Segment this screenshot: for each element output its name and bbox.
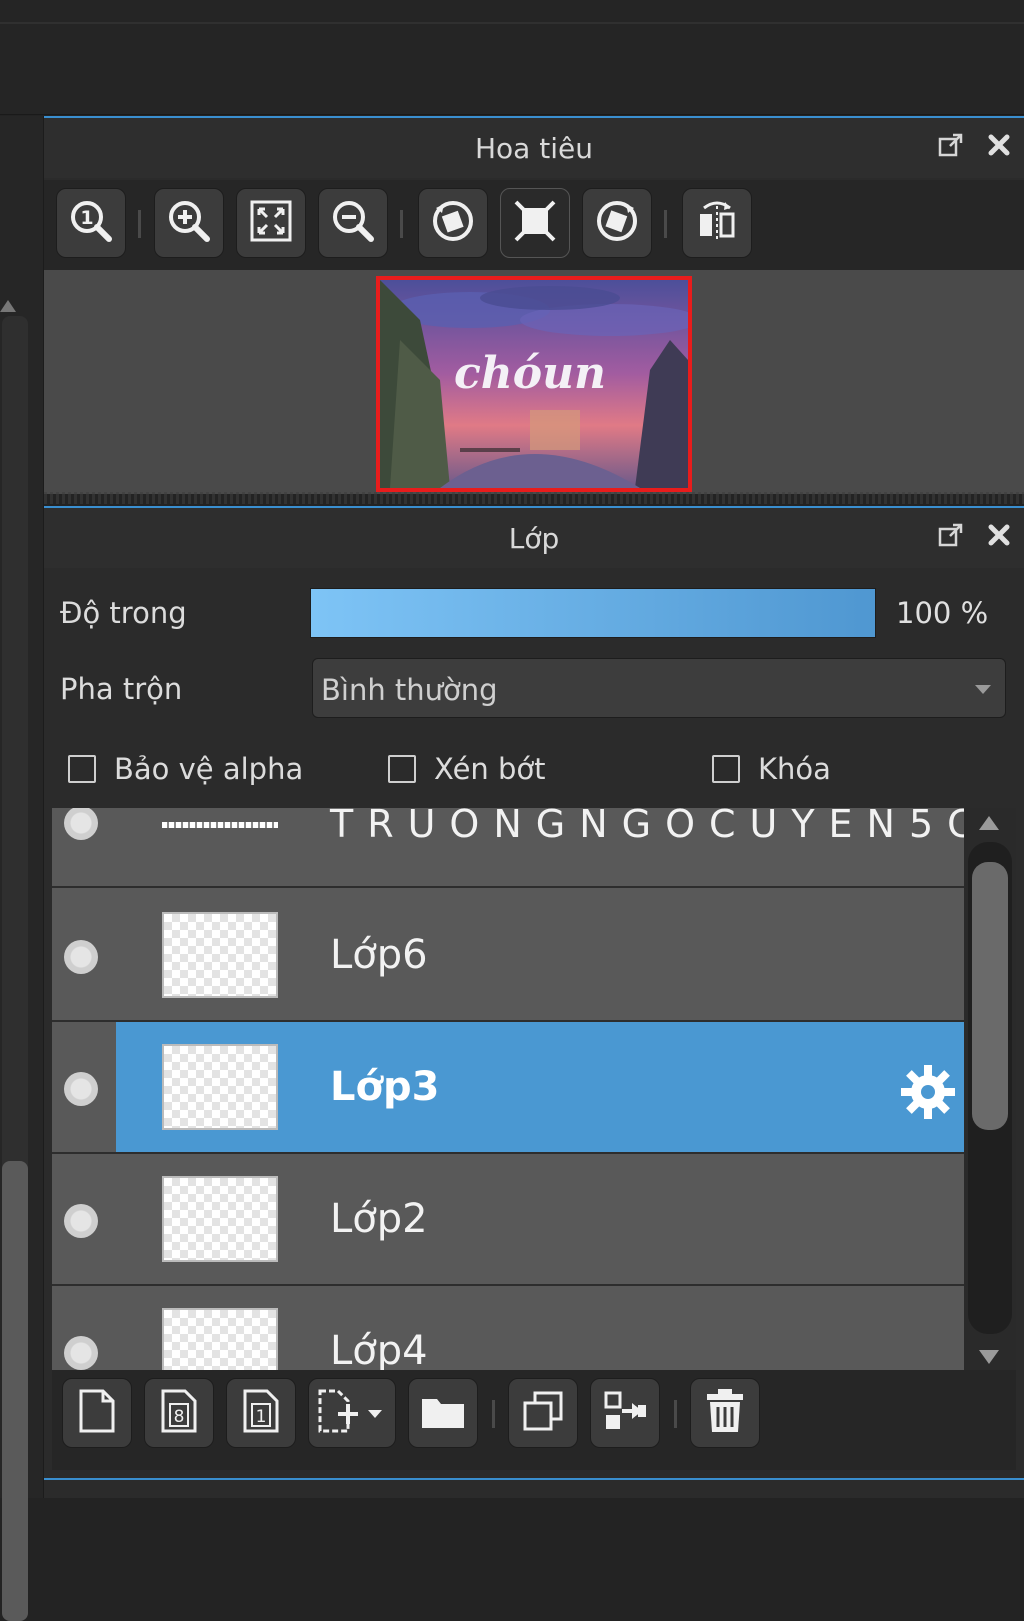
zoom-actual-button[interactable]: 1 bbox=[56, 188, 126, 258]
top-menu-area bbox=[0, 0, 1024, 115]
opacity-slider[interactable] bbox=[310, 588, 876, 638]
layer-row[interactable]: Lớp4 bbox=[52, 1286, 964, 1370]
folder-icon bbox=[419, 1391, 467, 1435]
layer-list: TRUONGNGOCUYEN5C Lớp6 Lớp3 Lớp2 Lớp4 bbox=[52, 808, 964, 1370]
add-layer-menu-button[interactable] bbox=[308, 1378, 396, 1448]
svg-text:1: 1 bbox=[256, 1407, 267, 1427]
visibility-icon[interactable] bbox=[64, 1072, 98, 1106]
svg-text:1: 1 bbox=[80, 207, 93, 229]
protect-alpha-label: Bảo vệ alpha bbox=[114, 752, 304, 786]
layer-name: Lớp6 bbox=[330, 932, 428, 978]
layer-row[interactable]: Lớp2 bbox=[52, 1154, 964, 1286]
thumbnail-text: chóun bbox=[454, 348, 606, 399]
close-icon[interactable] bbox=[984, 520, 1014, 550]
checkbox-box bbox=[712, 755, 740, 783]
visibility-icon[interactable] bbox=[64, 1204, 98, 1238]
layer-thumbnail bbox=[162, 1176, 278, 1262]
close-icon[interactable] bbox=[984, 130, 1014, 160]
zoom-in-button[interactable] bbox=[154, 188, 224, 258]
left-scroll-thumb[interactable] bbox=[2, 1161, 28, 1621]
blend-mode-value: Bình thường bbox=[321, 673, 498, 707]
lock-checkbox[interactable]: Khóa bbox=[712, 752, 831, 786]
scroll-up-icon[interactable] bbox=[0, 300, 16, 312]
layer-list-scrollbar[interactable] bbox=[964, 808, 1016, 1370]
navigator-title: Hoa tiêu bbox=[475, 131, 593, 165]
layer-row[interactable]: Lớp6 bbox=[52, 890, 964, 1022]
blend-label: Pha trộn bbox=[60, 672, 183, 706]
rotate-right-icon bbox=[594, 198, 640, 248]
new-folder-button[interactable] bbox=[408, 1378, 478, 1448]
fit-window-icon bbox=[249, 199, 293, 247]
new-1bit-layer-icon: 1 bbox=[241, 1388, 281, 1438]
opacity-label: Độ trong bbox=[60, 596, 187, 630]
trash-icon bbox=[703, 1388, 747, 1438]
visibility-icon[interactable] bbox=[64, 940, 98, 974]
lock-label: Khóa bbox=[758, 752, 831, 786]
navigator-panel: Hoa tiêu 1 chóun bbox=[44, 116, 1024, 504]
panel-resize-handle[interactable] bbox=[44, 492, 1024, 504]
layer-name: Lớp3 bbox=[330, 1064, 440, 1110]
merge-down-button[interactable] bbox=[590, 1378, 660, 1448]
layer-thumbnail bbox=[162, 1308, 278, 1370]
top-divider bbox=[0, 22, 1024, 24]
merge-down-icon bbox=[602, 1389, 648, 1437]
zoom-out-button[interactable] bbox=[318, 188, 388, 258]
next-panel-header bbox=[44, 1478, 1024, 1498]
popout-icon[interactable] bbox=[936, 520, 966, 550]
reset-rotation-icon bbox=[512, 198, 558, 248]
new-layer-icon bbox=[77, 1388, 117, 1438]
scroll-up-icon[interactable] bbox=[979, 816, 999, 830]
chevron-down-icon bbox=[975, 685, 991, 694]
svg-text:8: 8 bbox=[174, 1407, 185, 1427]
rotate-left-button[interactable] bbox=[418, 188, 488, 258]
layer-name: TRUONGNGOCUYEN5C bbox=[330, 808, 964, 846]
add-layer-menu-icon bbox=[316, 1388, 388, 1438]
layer-name: Lớp2 bbox=[330, 1196, 428, 1242]
checkbox-box bbox=[388, 755, 416, 783]
left-scroll-strip bbox=[0, 116, 44, 1621]
navigator-title-bar: Hoa tiêu bbox=[44, 118, 1024, 178]
popout-icon[interactable] bbox=[936, 130, 966, 160]
delete-layer-button[interactable] bbox=[690, 1378, 760, 1448]
navigator-view[interactable]: chóun bbox=[44, 270, 1024, 494]
layer-toolbar: 8 1 bbox=[52, 1370, 1016, 1470]
rotate-left-icon bbox=[430, 198, 476, 248]
layer-name: Lớp4 bbox=[330, 1328, 428, 1370]
new-layer-button[interactable] bbox=[62, 1378, 132, 1448]
canvas-thumbnail[interactable]: chóun bbox=[376, 276, 692, 492]
duplicate-layer-icon bbox=[521, 1389, 565, 1437]
navigator-toolbar: 1 bbox=[44, 180, 1024, 270]
zoom-out-icon bbox=[330, 198, 376, 248]
flip-horizontal-icon bbox=[694, 198, 740, 248]
blend-mode-select[interactable]: Bình thường bbox=[312, 658, 1006, 718]
new-8bit-layer-icon: 8 bbox=[159, 1388, 199, 1438]
reset-rotation-button[interactable] bbox=[500, 188, 570, 258]
visibility-icon[interactable] bbox=[64, 808, 98, 840]
checkbox-box bbox=[68, 755, 96, 783]
layer-thumbnail bbox=[162, 912, 278, 998]
scroll-thumb[interactable] bbox=[972, 862, 1008, 1130]
layer-title-bar: Lớp bbox=[44, 508, 1024, 568]
duplicate-layer-button[interactable] bbox=[508, 1378, 578, 1448]
rotate-right-button[interactable] bbox=[582, 188, 652, 258]
zoom-in-icon bbox=[166, 198, 212, 248]
visibility-icon[interactable] bbox=[64, 1336, 98, 1370]
layer-thumbnail bbox=[162, 1044, 278, 1130]
new-1bit-layer-button[interactable]: 1 bbox=[226, 1378, 296, 1448]
layer-panel: Lớp Độ trong 100 % Pha trộn Bình thường … bbox=[44, 506, 1024, 1498]
protect-alpha-checkbox[interactable]: Bảo vệ alpha bbox=[68, 752, 303, 786]
clipping-checkbox[interactable]: Xén bớt bbox=[388, 752, 546, 786]
gear-icon[interactable] bbox=[898, 1062, 958, 1122]
opacity-value: 100 % bbox=[896, 596, 989, 630]
layer-thumbnail bbox=[162, 822, 278, 828]
layer-row-selected[interactable]: Lớp3 bbox=[52, 1022, 964, 1154]
layer-panel-title: Lớp bbox=[508, 521, 560, 555]
fit-window-button[interactable] bbox=[236, 188, 306, 258]
flip-horizontal-button[interactable] bbox=[682, 188, 752, 258]
zoom-actual-icon: 1 bbox=[68, 198, 114, 248]
scroll-down-icon[interactable] bbox=[979, 1350, 999, 1364]
new-8bit-layer-button[interactable]: 8 bbox=[144, 1378, 214, 1448]
layer-row[interactable]: TRUONGNGOCUYEN5C bbox=[52, 808, 964, 888]
clipping-label: Xén bớt bbox=[434, 752, 546, 786]
